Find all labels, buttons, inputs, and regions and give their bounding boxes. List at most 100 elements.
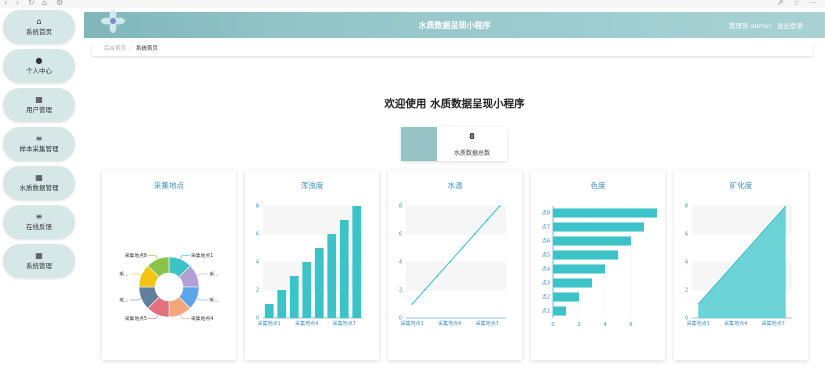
y-tick-label: 点3 [542, 281, 550, 287]
y-tick-label: 2 [256, 288, 259, 294]
sidebar-item-label: 用户管理 [26, 106, 52, 114]
breadcrumb-home[interactable]: 后台首页 [104, 46, 126, 52]
y-tick-label: 点8 [542, 211, 550, 217]
sidebar-item-users[interactable]: ▦ 用户管理 [3, 88, 75, 122]
pie-label-line [180, 255, 191, 260]
sidebar-item-label: 系统管理 [26, 262, 52, 270]
grid-icon: ▦ [35, 251, 43, 260]
pie-label-line [196, 298, 209, 301]
forward-icon[interactable]: › [16, 0, 19, 7]
bar [553, 236, 631, 246]
chart-card-locations: 采集地点 采集地点1 采... 采... 采集地点4 采集地点5 采... 采... 采集地点… [102, 170, 236, 360]
chart-title: 水温 [447, 181, 463, 190]
chart-svg: 02468采集地点1 采集地点4 采集地点7 [256, 204, 363, 327]
reload-icon[interactable]: ↻ [28, 0, 35, 7]
bar [327, 234, 337, 318]
bar [553, 208, 657, 218]
settings-icon[interactable]: ⚙ [56, 0, 63, 7]
welcome-heading: 欢迎使用 水质数据呈现小程序 [384, 98, 525, 110]
grid-band [406, 206, 506, 234]
x-tick-label: 0 [551, 322, 554, 328]
back-icon[interactable]: ‹ [4, 0, 7, 7]
bar [339, 220, 349, 318]
y-tick-label: 2 [685, 288, 688, 294]
pie-label: 采... [119, 297, 128, 304]
pie-label-line [180, 314, 191, 319]
pie-label-line [196, 273, 209, 276]
y-tick-label: 点7 [542, 225, 550, 231]
data-point [448, 261, 451, 263]
bar [264, 304, 274, 318]
sidebar-item-label: 水质数据管理 [19, 184, 59, 192]
home-icon[interactable]: ⌂ [42, 0, 47, 7]
y-tick-label: 点1 [542, 309, 550, 315]
y-tick-label: 4 [399, 260, 402, 266]
bar [553, 278, 592, 288]
pie-label: 采集地点5 [125, 315, 147, 322]
breadcrumb-current: 系统首页 [135, 46, 158, 52]
x-tick-label: 采集地点4 [295, 320, 318, 327]
x-tick-label: 采集地点7 [762, 320, 785, 327]
x-tick-label: 采集地点4 [438, 320, 461, 327]
pie-label-line [147, 314, 158, 319]
pie-label-line [147, 255, 158, 260]
stat-card: 8 水质数据总数 [401, 127, 507, 161]
x-tick-label: 采集地点4 [724, 320, 747, 327]
data-point [423, 289, 426, 291]
x-tick-label: 采集地点1 [258, 320, 281, 327]
bar [553, 292, 579, 302]
sidebar-item-label: 系统首页 [26, 28, 52, 36]
bar [352, 206, 362, 318]
user-icon: ● [35, 56, 43, 65]
sidebar-item-system[interactable]: ▦ 系统管理 [3, 244, 75, 278]
y-tick-label: 8 [685, 204, 688, 210]
sidebar-item-label: 样本采集管理 [19, 145, 59, 153]
chart-card-mineralization: 矿化度 0 2 4 6 8 采集地点1 采集地点4 采集地点7 [674, 170, 808, 360]
sidebar-item-home[interactable]: ⌂ 系统首页 [3, 10, 75, 44]
y-tick-label: 点6 [542, 239, 550, 245]
home-icon: ⌂ [36, 17, 42, 26]
x-tick-label: 采集地点1 [401, 320, 424, 327]
list-icon: ≡ [35, 134, 43, 143]
share-icon[interactable]: ⇗ [777, 0, 784, 7]
data-point [486, 219, 489, 221]
browser-toolbar: ‹ › ↻ ⌂ ⚙ ⇗ ☆ ⋯ [0, 0, 825, 8]
app-header: 水质数据呈现小程序 管理员 admin 退出登录 [84, 9, 825, 38]
data-point [436, 275, 439, 277]
x-tick-label: 采集地点7 [333, 320, 356, 327]
sidebar: ⌂ 系统首页 ● 个人中心 ▦ 用户管理 ≡ 样本采集管理 ▦ 水质数据管理 ≡… [0, 8, 84, 379]
x-tick-label: 4 [603, 322, 606, 328]
grid-icon: ▦ [35, 95, 43, 104]
x-tick-label: 2 [577, 322, 580, 328]
y-tick-label: 点5 [542, 253, 550, 259]
menu-icon[interactable]: ⋯ [809, 0, 817, 7]
chart-card-turbidity: 浑浊度 0 2 4 6 8 采集地点1 采集地点4 采集地点7 [245, 170, 379, 360]
logout-link[interactable]: 退出登录 [777, 22, 803, 30]
sidebar-item-profile[interactable]: ● 个人中心 [3, 49, 75, 83]
bar [314, 248, 324, 318]
y-tick-label: 4 [256, 260, 259, 266]
sidebar-item-samples[interactable]: ≡ 样本采集管理 [3, 127, 75, 161]
sidebar-item-feedback[interactable]: ≡ 在线反馈 [3, 205, 75, 239]
y-tick-label: 4 [685, 260, 688, 266]
x-tick-label: 6 [629, 322, 632, 328]
app-title: 水质数据呈现小程序 [418, 21, 491, 30]
y-tick-label: 8 [399, 204, 402, 210]
sidebar-item-water-data[interactable]: ▦ 水质数据管理 [3, 166, 75, 200]
y-tick-label: 6 [256, 232, 259, 238]
admin-label: 管理员 admin [728, 22, 771, 30]
data-point [498, 205, 501, 207]
stat-value: 8 [469, 132, 475, 141]
y-tick-label: 2 [399, 288, 402, 294]
list-icon: ≡ [35, 212, 43, 221]
chart-title: 矿化度 [729, 181, 753, 190]
chart-svg: 采集地点1 采... 采... 采集地点4 采集地点5 采... 采... 采集地点8 [119, 252, 219, 322]
pie-label: 采集地点4 [191, 315, 213, 322]
bar [553, 306, 566, 316]
chart-svg: 0 2 4 6 点1 点2 点3 点4 点5 点6 点7 点8 [542, 206, 657, 328]
chart-title: 色度 [590, 181, 606, 190]
bar [302, 262, 312, 318]
star-icon[interactable]: ☆ [793, 0, 800, 7]
breadcrumb: 后台首页 / 系统首页 [92, 42, 813, 56]
pie-label: 采集地点1 [191, 252, 213, 259]
